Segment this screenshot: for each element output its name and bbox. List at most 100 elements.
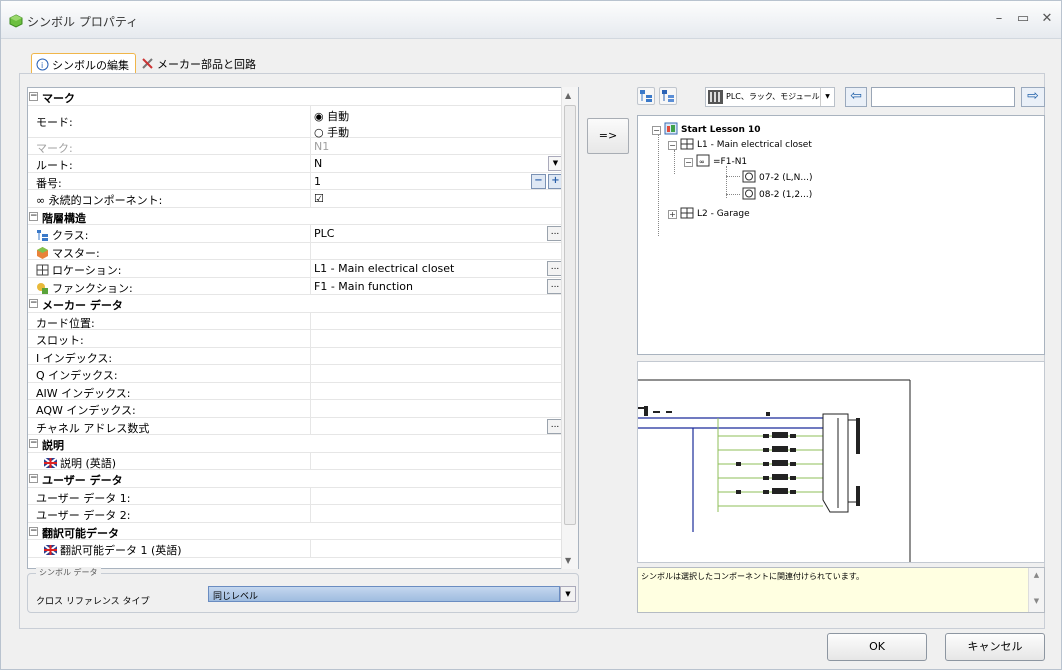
user-data-1-value[interactable] <box>310 487 564 504</box>
row-q-index[interactable]: Q インデックス: <box>28 365 564 383</box>
uk-flag-icon <box>44 544 57 556</box>
scrollbar-thumb[interactable] <box>564 105 576 525</box>
function-field[interactable]: F1 - Main function... <box>310 277 564 294</box>
row-permanent[interactable]: ∞ 永続的コンポーネント: ☑ <box>28 190 564 208</box>
tree-node-io1[interactable]: 07-2 (L,N...) <box>742 170 813 183</box>
row-label: I インデックス: <box>36 351 113 365</box>
row-class[interactable]: クラス: PLC... <box>28 225 564 243</box>
info-scrollbar[interactable]: ▲ ▼ <box>1028 568 1044 612</box>
aiw-index-value[interactable] <box>310 382 564 399</box>
uk-flag-icon <box>44 456 57 469</box>
category-description[interactable]: − 説明 <box>28 435 564 453</box>
radio-auto[interactable]: ◉ 自動 <box>314 108 564 124</box>
row-channel-formula[interactable]: チャネル アドレス数式... <box>28 417 564 435</box>
row-number[interactable]: 番号: 1− + <box>28 172 564 190</box>
minimize-button[interactable]: – <box>989 10 1009 28</box>
translatable-1-value[interactable] <box>310 540 564 557</box>
row-root[interactable]: ルート: N ▼ <box>28 155 564 173</box>
category-translatable[interactable]: − 翻訳可能データ <box>28 522 564 540</box>
search-input[interactable] <box>871 87 1015 107</box>
row-card-position[interactable]: カード位置: <box>28 312 564 330</box>
class-label: クラス: <box>52 229 89 242</box>
scroll-down-icon[interactable]: ▼ <box>1029 597 1044 605</box>
row-label: Q インデックス: <box>36 369 118 382</box>
row-label: AIW インデックス: <box>36 386 131 400</box>
user-data-2-value[interactable] <box>310 505 564 522</box>
number-field[interactable]: 1− + <box>310 172 564 189</box>
xref-type-select[interactable]: 同じレベル <box>208 586 560 602</box>
maximize-button[interactable]: ▭ <box>1013 10 1033 28</box>
minus-icon[interactable]: − <box>531 173 546 189</box>
assign-button[interactable]: => <box>587 118 629 154</box>
root-value: N <box>314 157 323 170</box>
chevron-down-icon[interactable]: ▼ <box>560 586 576 602</box>
root-field[interactable]: N ▼ <box>310 155 564 172</box>
collapse-icon[interactable]: − <box>29 526 38 536</box>
collapse-icon[interactable]: − <box>29 211 38 221</box>
channel-field[interactable]: ... <box>310 417 564 434</box>
row-label: ルート: <box>36 159 73 172</box>
row-i-index[interactable]: I インデックス: <box>28 347 564 365</box>
row-user-data-1[interactable]: ユーザー データ 1: <box>28 487 564 505</box>
q-index-value[interactable] <box>310 365 564 382</box>
class-field[interactable]: PLC... <box>310 225 564 242</box>
i-index-value[interactable] <box>310 347 564 364</box>
row-aiw-index[interactable]: AIW インデックス: <box>28 382 564 400</box>
row-label: 説明 (英語) <box>44 455 316 471</box>
collapse-icon[interactable]: − <box>29 439 38 448</box>
row-user-data-2[interactable]: ユーザー データ 2: <box>28 505 564 523</box>
class-tree-alt-icon[interactable] <box>659 87 677 105</box>
tab-symbol-edit[interactable]: i シンボルの編集 <box>31 53 136 75</box>
row-translatable-1[interactable]: 翻訳可能データ 1 (英語) <box>28 540 564 558</box>
tree-node-l1[interactable]: − L1 - Main electrical closet <box>668 137 812 150</box>
back-arrow-icon[interactable]: ⇦ <box>845 87 867 107</box>
row-description-en[interactable]: 説明 (英語) <box>28 452 564 471</box>
location-field[interactable]: L1 - Main electrical closet... <box>310 260 564 277</box>
category-maker-data[interactable]: − メーカー データ <box>28 295 564 313</box>
property-grid-scrollbar[interactable]: ▲ ▼ <box>561 87 578 569</box>
tree-node-io2[interactable]: 08-2 (1,2...) <box>742 187 812 200</box>
collapse-icon[interactable]: − <box>29 299 38 308</box>
collapse-icon[interactable]: − <box>29 92 38 101</box>
tree-node-l2[interactable]: + L2 - Garage <box>668 206 750 219</box>
view-selector-value: PLC、ラック、モジュール <box>726 92 820 101</box>
plc-rack-icon <box>708 90 723 104</box>
svg-text:∞: ∞ <box>699 158 705 166</box>
collapse-icon[interactable]: − <box>684 158 693 167</box>
close-button[interactable]: ✕ <box>1037 10 1057 28</box>
category-user-data[interactable]: − ユーザー データ <box>28 470 564 488</box>
master-value[interactable] <box>310 242 564 259</box>
tree-node-f1-n1[interactable]: − ∞ =F1-N1 <box>684 154 747 167</box>
row-mark[interactable]: マーク: N1 <box>28 137 564 155</box>
row-label: カード位置: <box>36 316 95 330</box>
row-slot[interactable]: スロット: <box>28 330 564 348</box>
view-selector[interactable]: PLC、ラック、モジュール ▼ <box>705 87 835 107</box>
description-en-value[interactable] <box>310 452 564 469</box>
aqw-index-value[interactable] <box>310 400 564 417</box>
slot-value[interactable] <box>310 330 564 347</box>
scroll-up-icon[interactable]: ▲ <box>1029 571 1044 579</box>
category-mark[interactable]: − マーク <box>28 88 564 106</box>
app-cube-icon <box>9 14 23 28</box>
scroll-down-icon[interactable]: ▼ <box>565 556 571 565</box>
row-aqw-index[interactable]: AQW インデックス: <box>28 400 564 418</box>
tab-maker-parts[interactable]: メーカー部品と回路 <box>137 53 262 75</box>
tree-node-root[interactable]: − Start Lesson 10 <box>652 122 761 135</box>
row-master[interactable]: マスター: <box>28 242 564 260</box>
collapse-icon[interactable]: − <box>652 126 661 135</box>
collapse-icon[interactable]: − <box>29 474 38 483</box>
permanent-checkbox[interactable]: ☑ <box>310 190 564 207</box>
scroll-up-icon[interactable]: ▲ <box>565 91 571 100</box>
row-function[interactable]: ファンクション: F1 - Main function... <box>28 277 564 295</box>
forward-arrow-icon[interactable]: ⇨ <box>1021 87 1045 107</box>
card-value[interactable] <box>310 312 564 329</box>
chevron-down-icon[interactable]: ▼ <box>820 88 834 106</box>
ok-button[interactable]: OK <box>827 633 927 661</box>
collapse-icon[interactable]: − <box>668 141 677 150</box>
expand-icon[interactable]: + <box>668 210 677 219</box>
class-tree-icon[interactable] <box>637 87 655 105</box>
category-hierarchy[interactable]: − 階層構造 <box>28 207 564 225</box>
category-label: 階層構造 <box>42 211 86 225</box>
row-location[interactable]: ロケーション: L1 - Main electrical closet... <box>28 260 564 278</box>
cancel-button[interactable]: キャンセル <box>945 633 1045 661</box>
